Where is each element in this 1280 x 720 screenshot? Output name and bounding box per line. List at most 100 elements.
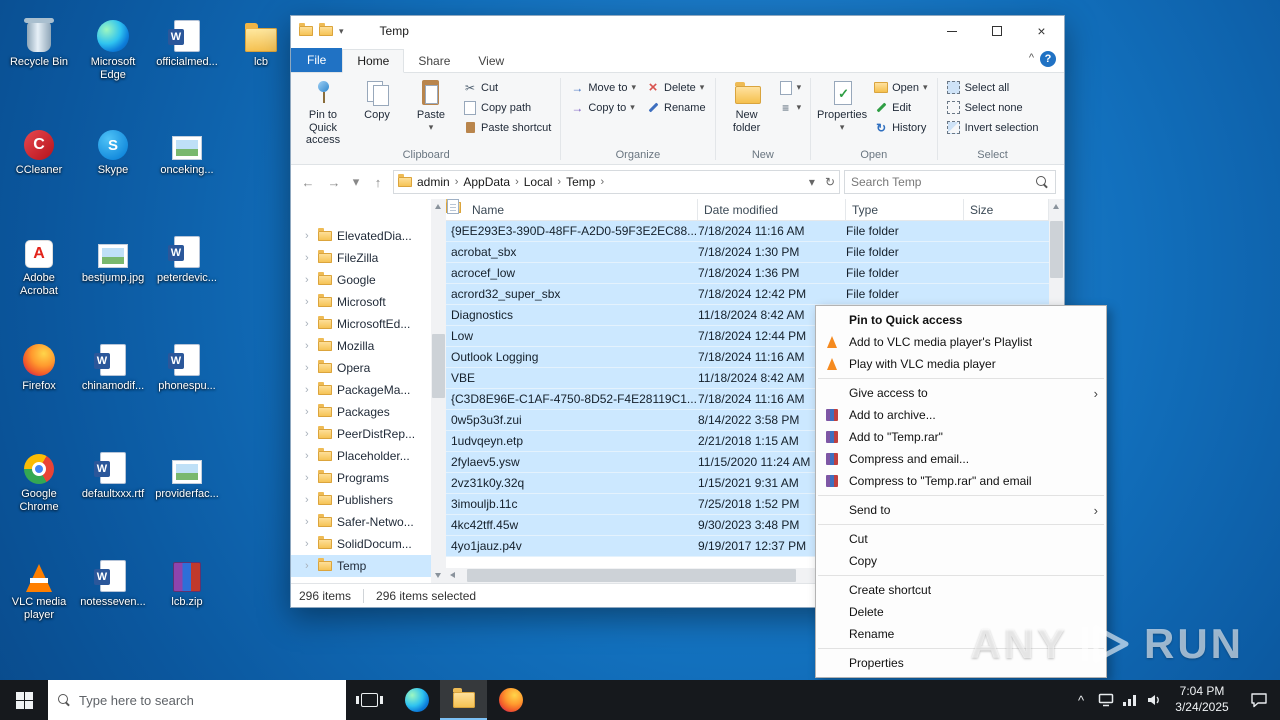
history-button[interactable]: History [871, 119, 930, 136]
context-menu-item[interactable]: Create shortcut › [816, 579, 1106, 601]
expand-chevron-icon[interactable]: › [305, 560, 313, 572]
desktop-icon[interactable]: Microsoft Edge [76, 4, 150, 112]
up-button[interactable]: ↑ [367, 171, 389, 193]
volume-icon[interactable] [1142, 693, 1166, 707]
scrollbar-thumb[interactable] [432, 334, 445, 399]
scroll-left-icon[interactable] [446, 568, 461, 583]
tree-item[interactable]: › Programs [291, 467, 431, 489]
breadcrumb-separator-icon[interactable]: › [453, 176, 461, 188]
expand-chevron-icon[interactable]: › [305, 428, 313, 440]
context-menu-item[interactable]: › [816, 521, 1106, 528]
desktop-icon[interactable]: Skype [76, 112, 150, 220]
expand-chevron-icon[interactable]: › [305, 296, 313, 308]
action-center-button[interactable] [1238, 692, 1280, 708]
file-row[interactable]: acrobat_sbx 7/18/2024 1:30 PM File folde… [446, 199, 1049, 263]
breadcrumb-segment[interactable]: admin [414, 175, 453, 189]
close-button[interactable]: × [1019, 16, 1064, 46]
column-header-date-modified[interactable]: Date modified [698, 199, 846, 220]
desktop-icon[interactable]: onceking... [150, 112, 224, 220]
maximize-button[interactable] [974, 16, 1019, 46]
context-menu-item[interactable]: Compress to "Temp.rar" and email › [816, 470, 1106, 492]
help-button[interactable]: ? [1040, 51, 1056, 67]
expand-chevron-icon[interactable]: › [305, 318, 313, 330]
column-header-size[interactable]: Size [964, 199, 1049, 220]
tab-view[interactable]: View [464, 50, 518, 72]
scroll-up-icon[interactable] [431, 199, 446, 214]
minimize-button[interactable] [929, 16, 974, 46]
desktop-icon[interactable]: bestjump.jpg [76, 220, 150, 328]
desktop-icon[interactable]: lcb [224, 4, 298, 112]
desktop-icon[interactable]: lcb.zip [150, 544, 224, 652]
display-icon[interactable] [1094, 693, 1118, 707]
taskbar-explorer-button[interactable] [440, 680, 487, 720]
file-row[interactable]: acrocef_low 7/18/2024 1:36 PM File folde… [446, 199, 1049, 284]
context-menu-item[interactable]: Add to VLC media player's Playlist › [816, 331, 1106, 353]
taskbar-firefox-button[interactable] [487, 680, 534, 720]
tree-item[interactable]: › Packages [291, 401, 431, 423]
copy-button[interactable]: Copy [350, 77, 404, 123]
move-to-button[interactable]: Move to▾ [567, 79, 639, 96]
scrollbar-thumb[interactable] [467, 569, 797, 582]
desktop-icon[interactable]: providerfac... [150, 436, 224, 544]
desktop-icon[interactable]: CCleaner [2, 112, 76, 220]
tree-item[interactable]: › FileZilla [291, 247, 431, 269]
tree-item[interactable]: › Publishers [291, 489, 431, 511]
easy-access-button[interactable]: ▾ [776, 99, 805, 116]
desktop-icon[interactable]: Adobe Acrobat [2, 220, 76, 328]
scroll-up-icon[interactable] [1049, 199, 1064, 214]
ribbon-collapse-button[interactable]: ^ [1029, 52, 1034, 64]
taskbar-clock[interactable]: 7:04 PM 3/24/2025 [1166, 684, 1238, 715]
desktop-icon[interactable]: notesseven... [76, 544, 150, 652]
tree-item[interactable]: › Temp [291, 555, 431, 577]
cut-button[interactable]: Cut [460, 79, 554, 96]
forward-button[interactable]: → [323, 171, 345, 193]
tree-item[interactable]: › Safer-Netwo... [291, 511, 431, 533]
tree-item[interactable]: › MicrosoftEd... [291, 313, 431, 335]
breadcrumb-segment[interactable]: Local [521, 175, 556, 189]
paste-button[interactable]: Paste ▾ [404, 77, 458, 133]
breadcrumb-segment[interactable]: Temp [563, 175, 598, 189]
copy-to-button[interactable]: Copy to▾ [567, 99, 639, 116]
breadcrumb-separator-icon[interactable]: › [598, 176, 606, 188]
expand-chevron-icon[interactable]: › [305, 538, 313, 550]
expand-chevron-icon[interactable]: › [305, 230, 313, 242]
address-dropdown-icon[interactable]: ▾ [809, 175, 815, 189]
context-menu-item[interactable]: Add to "Temp.rar" › [816, 426, 1106, 448]
select-all-button[interactable]: Select all [944, 79, 1042, 96]
network-icon[interactable] [1118, 694, 1142, 707]
column-header-name[interactable]: Name [446, 199, 698, 220]
column-header-type[interactable]: Type [846, 199, 964, 220]
expand-chevron-icon[interactable]: › [305, 340, 313, 352]
tree-item[interactable]: › ElevatedDia... [291, 225, 431, 247]
context-menu-item[interactable]: Compress and email... › [816, 448, 1106, 470]
tree-item[interactable]: › Opera [291, 357, 431, 379]
file-row[interactable]: acrord32_super_sbx 7/18/2024 12:42 PM Fi… [446, 199, 1049, 305]
desktop-icon[interactable]: defaultxxx.rtf [76, 436, 150, 544]
desktop-icon[interactable]: peterdevic... [150, 220, 224, 328]
start-button[interactable] [0, 680, 48, 720]
expand-chevron-icon[interactable]: › [305, 384, 313, 396]
tab-share[interactable]: Share [404, 50, 464, 72]
expand-chevron-icon[interactable]: › [305, 472, 313, 484]
address-box[interactable]: admin › AppData › Local › Temp › ▾ ↻ [393, 170, 840, 194]
refresh-icon[interactable]: ↻ [825, 175, 835, 189]
desktop-icon[interactable]: Recycle Bin [2, 4, 76, 112]
desktop-icon[interactable]: phonespu... [150, 328, 224, 436]
tree-scrollbar[interactable] [431, 199, 446, 583]
folder-icon[interactable] [319, 23, 333, 36]
task-view-button[interactable] [346, 680, 393, 720]
tab-home[interactable]: Home [342, 49, 405, 73]
context-menu-item[interactable]: › [816, 375, 1106, 382]
tree-item[interactable]: › SolidDocum... [291, 533, 431, 555]
tree-item[interactable]: › Placeholder... [291, 445, 431, 467]
copy-path-button[interactable]: Copy path [460, 99, 554, 116]
breadcrumb-separator-icon[interactable]: › [555, 176, 563, 188]
open-button[interactable]: Open ▾ [871, 79, 930, 96]
context-menu-item[interactable]: › [816, 572, 1106, 579]
search-input[interactable] [851, 175, 1030, 189]
context-menu-item[interactable]: Pin to Quick access › [816, 309, 1106, 331]
context-menu-item[interactable]: Give access to › [816, 382, 1106, 404]
desktop-icon[interactable]: Firefox [2, 328, 76, 436]
context-menu-item[interactable]: Cut › [816, 528, 1106, 550]
expand-chevron-icon[interactable]: › [305, 406, 313, 418]
